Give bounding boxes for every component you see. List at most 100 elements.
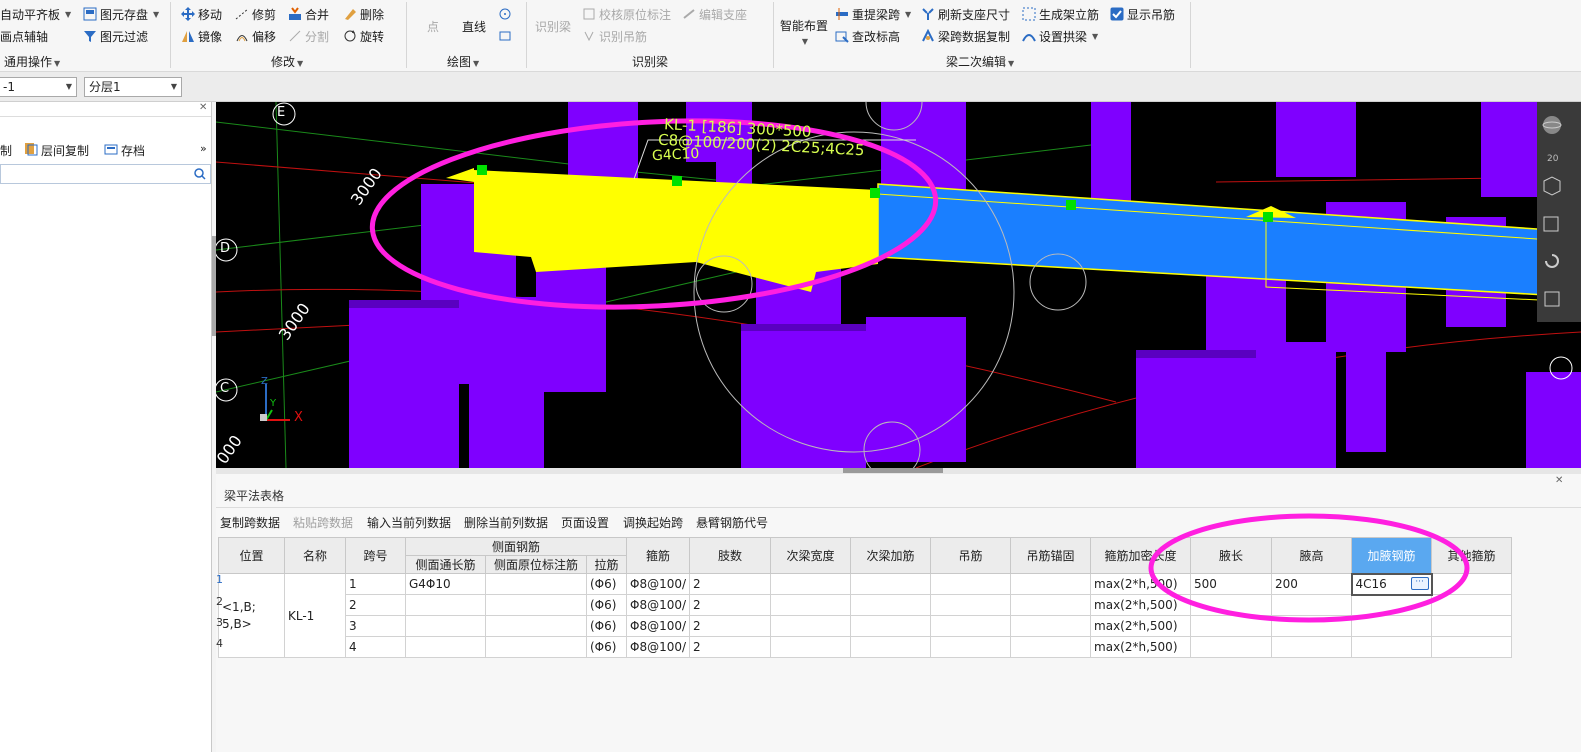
hanger-anchor-cell[interactable] [1010,594,1092,616]
copy-span-data-button[interactable]: 梁跨数据复制 [921,27,1010,45]
table-row[interactable]: 4 (Φ6) Φ8@100/ 2 max(2*h,500) [219,636,1513,658]
sec-add-cell[interactable] [850,573,932,595]
rotate-view-icon[interactable] [1541,250,1563,275]
sec-add-cell[interactable] [850,615,932,637]
col-stirrup[interactable]: 箍筋 [625,537,691,574]
col-position[interactable]: 位置 [218,537,285,574]
archive-button[interactable]: 存档 [104,142,145,159]
delete-column-button[interactable]: 删除当前列数据 [464,514,548,531]
smart-layout-button[interactable]: 智能布置 ▼ [780,17,828,46]
group-label-beam-edit[interactable]: 梁二次编辑 ▼ [946,53,1014,70]
side-through-cell[interactable] [405,594,486,616]
set-arch-button[interactable]: 设置拱梁 ▼ [1022,27,1098,45]
side-through-cell[interactable]: G4Φ10 [405,573,486,595]
rotate-button[interactable]: 旋转 [343,27,384,45]
re-span-button[interactable]: 重提梁跨 ▼ [835,5,911,23]
merge-button[interactable]: 合并 [288,5,329,23]
col-side-through[interactable]: 侧面通长筋 [405,555,486,574]
haunch-bar-cell[interactable] [1351,636,1433,658]
delete-button[interactable]: 删除 [343,5,384,23]
align-board-button[interactable]: 自动平齐板 ▼ [0,5,71,23]
hanger-cell[interactable] [930,573,1012,595]
floor-copy-button[interactable]: 层间复制 [24,142,89,159]
side-through-cell[interactable] [405,636,486,658]
tie-cell[interactable]: (Φ6) [586,615,627,637]
tie-cell[interactable]: (Φ6) [586,573,627,595]
refresh-support-button[interactable]: 刷新支座尺寸 [921,5,1010,23]
orbit-sphere-icon[interactable] [1541,114,1563,139]
haunch-len-cell[interactable] [1190,636,1273,658]
col-sec-add[interactable]: 次梁加筋 [850,537,932,574]
stirrup-cell[interactable]: Φ8@100/ [625,615,691,637]
recognize-hanger-button[interactable]: 识别吊筋 [582,27,647,45]
hanger-anchor-cell[interactable] [1010,636,1092,658]
move-button[interactable]: 移动 [181,5,222,23]
span-cell[interactable]: 1 [345,573,406,595]
side-through-cell[interactable] [405,615,486,637]
row-number[interactable]: 4 [216,637,223,650]
stirrup-cell[interactable]: Φ8@100/ [625,636,691,658]
more-chevron-icon[interactable]: » [200,142,207,155]
mirror-button[interactable]: 镜像 [181,27,222,45]
legs-cell[interactable]: 2 [689,615,772,637]
col-hanger-anchor[interactable]: 吊筋锚固 [1010,537,1092,574]
view-cube-icon[interactable] [1541,174,1563,199]
settings-view-icon[interactable] [1541,288,1563,313]
show-hanger-checkbox[interactable]: 显示吊筋 [1110,5,1175,23]
floor-select[interactable]: -1 ▼ [0,77,77,97]
check-elevation-button[interactable]: 查改标高 [835,27,900,45]
recognize-beam-button[interactable]: 识别梁 [535,17,571,35]
sec-width-cell[interactable] [770,636,852,658]
group-label-modify[interactable]: 修改 ▼ [271,53,303,70]
save-element-button[interactable]: 图元存盘 ▼ [83,5,159,23]
gen-stirrup-button[interactable]: 生成架立筋 [1022,5,1099,23]
span-cell[interactable]: 4 [345,636,406,658]
search-input[interactable] [0,164,211,184]
copy-button[interactable]: 制 [0,142,12,159]
sec-width-cell[interactable] [770,615,852,637]
span-cell[interactable]: 2 [345,594,406,616]
page-setup-button[interactable]: 页面设置 [561,514,609,531]
col-side-inplace[interactable]: 侧面原位标注筋 [485,555,587,574]
legs-cell[interactable]: 2 [689,636,772,658]
copy-span-data-button[interactable]: 复制跨数据 [220,514,280,531]
swap-start-span-button[interactable]: 调换起始跨 [623,514,683,531]
sec-add-cell[interactable] [850,594,932,616]
hanger-anchor-cell[interactable] [1010,573,1092,595]
sec-width-cell[interactable] [770,594,852,616]
sec-add-cell[interactable] [850,636,932,658]
side-inplace-cell[interactable] [485,573,587,595]
splitter-handle[interactable] [843,468,943,473]
haunch-h-cell[interactable] [1271,636,1353,658]
legs-cell[interactable]: 2 [689,573,772,595]
row-number[interactable]: 2 [216,595,223,608]
3d-viewport[interactable]: E D C 3000 3000 000 KL-1 [186] 300*500 C… [216,102,1581,468]
col-hanger[interactable]: 吊筋 [930,537,1012,574]
col-tie[interactable]: 拉筋 [586,555,627,574]
offset-button[interactable]: 偏移 [235,27,276,45]
sec-width-cell[interactable] [770,573,852,595]
tie-cell[interactable]: (Φ6) [586,636,627,658]
group-label-general[interactable]: 通用操作 ▼ [4,53,60,70]
edit-support-button[interactable]: 编辑支座 [682,5,747,23]
rect-draw-button[interactable] [498,27,512,45]
point-button[interactable]: 点 [427,17,439,35]
hanger-cell[interactable] [930,636,1012,658]
side-inplace-cell[interactable] [485,636,587,658]
row-number[interactable]: 1 [216,573,223,586]
tie-cell[interactable]: (Φ6) [586,594,627,616]
close-icon[interactable]: ✕ [199,102,207,113]
other-stirrup-cell[interactable] [1431,636,1513,658]
add-len-cell[interactable]: max(2*h,500) [1090,636,1192,658]
filter-element-button[interactable]: 图元过滤 [83,27,148,45]
hanger-cell[interactable] [930,594,1012,616]
hanger-cell[interactable] [930,615,1012,637]
col-name[interactable]: 名称 [284,537,346,574]
close-icon[interactable]: ✕ [1555,475,1563,486]
stirrup-cell[interactable]: Φ8@100/ [625,573,691,595]
cantilever-code-button[interactable]: 悬臂钢筋代号 [696,514,768,531]
legs-cell[interactable]: 2 [689,594,772,616]
point-axis-button[interactable]: 画点辅轴 [0,27,48,45]
stirrup-cell[interactable]: Φ8@100/ [625,594,691,616]
check-annotation-button[interactable]: 校核原位标注 [582,5,671,23]
